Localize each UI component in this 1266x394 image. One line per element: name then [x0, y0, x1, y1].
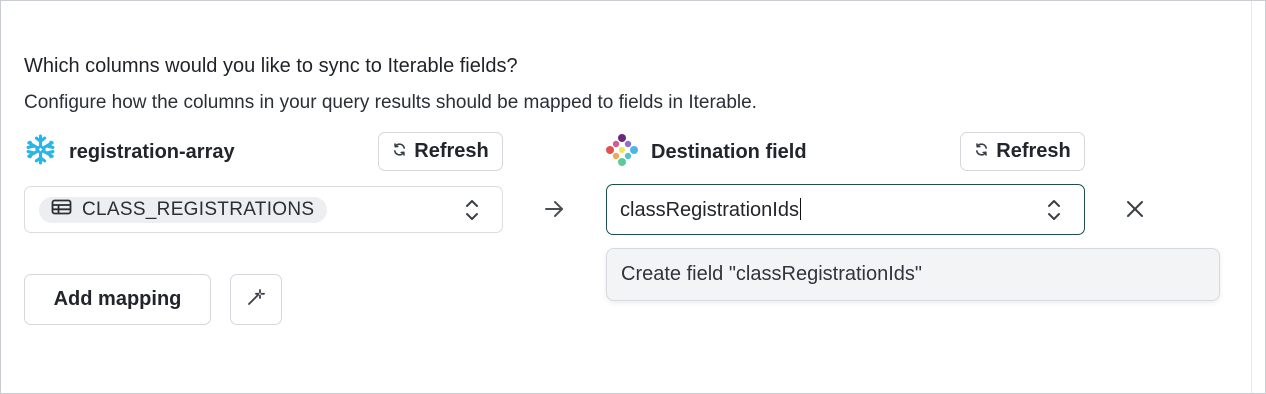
column-name: CLASS_REGISTRATIONS [82, 199, 315, 220]
table-icon [51, 199, 72, 221]
chevron-up-down-icon [1046, 198, 1062, 227]
refresh-label: Refresh [414, 140, 489, 162]
snowflake-icon [24, 133, 57, 171]
destination-refresh-button[interactable]: Refresh [960, 132, 1085, 171]
column-chip: CLASS_REGISTRATIONS [39, 197, 328, 223]
source-column-select[interactable]: CLASS_REGISTRATIONS [24, 186, 503, 233]
destination-field-value: classRegistrationIds [620, 198, 802, 222]
chevron-up-down-icon [464, 198, 480, 227]
source-header: registration-array [24, 134, 235, 170]
source-model-label: registration-array [69, 140, 235, 163]
iterable-logo-icon [605, 133, 639, 172]
refresh-icon [392, 140, 407, 163]
mapping-description: Configure how the columns in your query … [24, 92, 757, 113]
text-caret [799, 198, 802, 220]
mapping-question: Which columns would you like to sync to … [24, 55, 518, 77]
panel-divider [1251, 1, 1252, 393]
destination-field-input[interactable]: classRegistrationIds [606, 184, 1085, 235]
refresh-label: Refresh [996, 140, 1071, 162]
close-icon[interactable] [1124, 198, 1146, 225]
auto-map-button[interactable] [230, 274, 282, 325]
source-refresh-button[interactable]: Refresh [378, 132, 503, 171]
add-mapping-button[interactable]: Add mapping [24, 274, 211, 325]
destination-field-dropdown: Create field "classRegistrationIds" [606, 248, 1220, 301]
refresh-icon [974, 140, 989, 163]
create-field-option[interactable]: Create field "classRegistrationIds" [621, 263, 922, 286]
destination-field-label: Destination field [651, 140, 807, 163]
destination-header: Destination field [605, 133, 807, 172]
arrow-right-icon [543, 199, 565, 224]
magic-wand-icon [246, 287, 266, 312]
